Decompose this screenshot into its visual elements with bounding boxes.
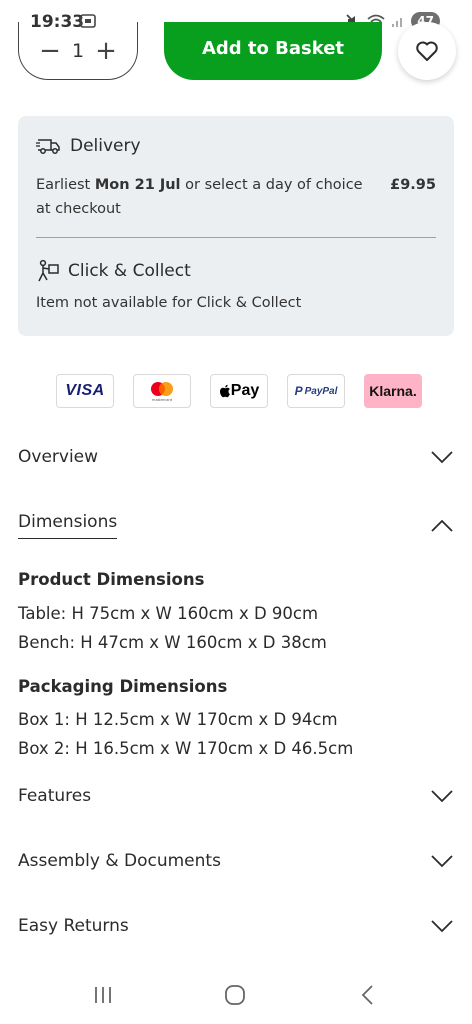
accordion-assembly-documents[interactable]: Assembly & Documents bbox=[18, 851, 454, 871]
accordion-features-label: Features bbox=[18, 786, 92, 806]
product-dimensions-heading: Product Dimensions bbox=[18, 570, 205, 589]
delivery-heading: Delivery bbox=[36, 136, 141, 156]
delivery-text-prefix: Earliest bbox=[36, 177, 95, 193]
mastercard-wordmark: mastercard bbox=[152, 398, 172, 402]
recent-apps-icon[interactable] bbox=[92, 984, 114, 1006]
quantity-decrease-button[interactable]: − bbox=[39, 38, 61, 64]
delivery-panel: Delivery Earliest Mon 21 Jul or select a… bbox=[18, 116, 454, 336]
wishlist-button[interactable] bbox=[398, 22, 456, 80]
chevron-down-icon bbox=[431, 920, 453, 933]
accordion-overview[interactable]: Overview bbox=[18, 447, 454, 467]
paypal-logo: P PayPal bbox=[287, 374, 345, 408]
payment-methods: VISA mastercard Pay P PayPal Klarna. bbox=[56, 374, 422, 408]
click-collect-status: Item not available for Click & Collect bbox=[36, 295, 302, 311]
system-navigation-bar bbox=[0, 970, 472, 1024]
accordion-returns-label: Easy Returns bbox=[18, 916, 129, 936]
heart-icon bbox=[416, 41, 438, 61]
mastercard-logo: mastercard bbox=[133, 374, 191, 408]
paypal-p-icon: P bbox=[294, 384, 303, 398]
delivery-earliest-date: Mon 21 Jul bbox=[94, 177, 181, 193]
packaging-dimensions-heading: Packaging Dimensions bbox=[18, 677, 228, 696]
delivery-truck-icon bbox=[36, 139, 60, 154]
click-collect-person-icon bbox=[38, 259, 59, 282]
delivery-description: Earliest Mon 21 Jul or select a day of c… bbox=[36, 173, 376, 221]
accordion-easy-returns[interactable]: Easy Returns bbox=[18, 916, 454, 936]
add-to-basket-label: Add to Basket bbox=[201, 37, 345, 59]
paypal-wordmark: PayPal bbox=[304, 385, 338, 397]
chevron-down-icon bbox=[431, 451, 453, 464]
chevron-up-icon bbox=[431, 519, 453, 532]
click-collect-heading: Click & Collect bbox=[36, 259, 191, 283]
packaging-dimension-line: Box 2: H 16.5cm x W 170cm x D 46.5cm bbox=[18, 739, 354, 758]
apple-pay-logo: Pay bbox=[210, 374, 268, 408]
click-collect-title: Click & Collect bbox=[68, 261, 191, 281]
mastercard-circles-icon: mastercard bbox=[151, 382, 173, 402]
chevron-down-icon bbox=[431, 855, 453, 868]
accordion-overview-label: Overview bbox=[18, 447, 99, 467]
quantity-value[interactable]: 1 bbox=[72, 40, 84, 62]
accordion-dimensions[interactable]: Dimensions bbox=[18, 512, 454, 539]
add-to-basket-button[interactable]: Add to Basket bbox=[164, 22, 382, 80]
signal-icon bbox=[392, 18, 403, 27]
quantity-increase-button[interactable]: + bbox=[95, 38, 117, 64]
quantity-stepper: − 1 + bbox=[18, 22, 138, 80]
apple-pay-wordmark: Pay bbox=[230, 382, 260, 399]
divider bbox=[36, 237, 436, 238]
product-dimension-line: Bench: H 47cm x W 160cm x D 38cm bbox=[18, 633, 327, 652]
klarna-logo: Klarna. bbox=[364, 374, 422, 408]
packaging-dimension-line: Box 1: H 12.5cm x W 170cm x D 94cm bbox=[18, 710, 338, 729]
accordion-assembly-label: Assembly & Documents bbox=[18, 851, 221, 871]
delivery-price: £9.95 bbox=[390, 177, 436, 193]
visa-logo: VISA bbox=[56, 374, 114, 408]
accordion-features[interactable]: Features bbox=[18, 786, 454, 806]
apple-icon bbox=[219, 384, 230, 398]
home-icon[interactable] bbox=[224, 984, 246, 1006]
back-icon[interactable] bbox=[358, 984, 378, 1006]
product-dimension-line: Table: H 75cm x W 160cm x D 90cm bbox=[18, 604, 319, 623]
chevron-down-icon bbox=[431, 790, 453, 803]
accordion-dimensions-label: Dimensions bbox=[18, 512, 118, 539]
delivery-title: Delivery bbox=[70, 136, 141, 156]
